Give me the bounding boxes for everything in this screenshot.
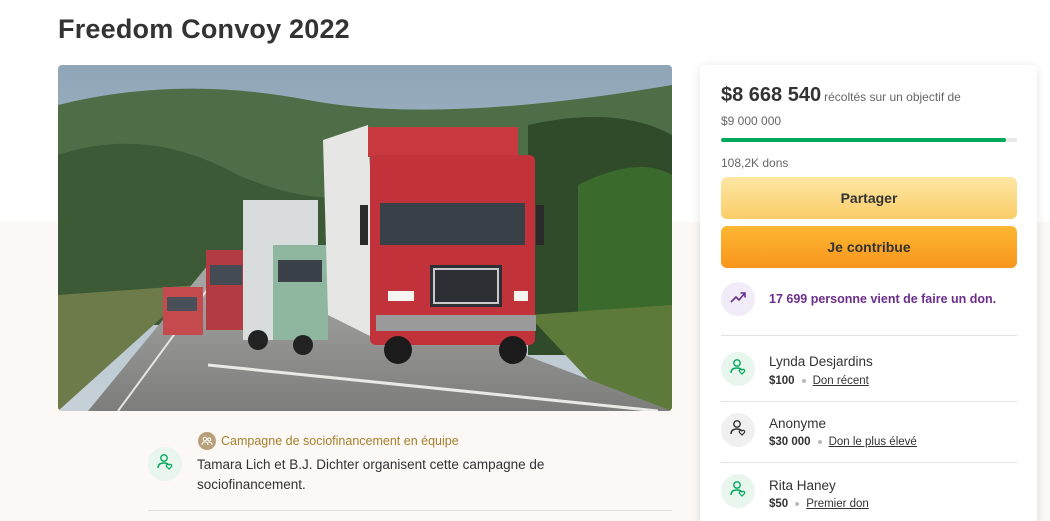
- raised-amount: $8 668 540: [721, 84, 822, 106]
- team-campaign-text: Campagne de sociofinancement en équipe: [221, 434, 459, 448]
- dot-separator: [817, 440, 822, 444]
- share-button[interactable]: Partager: [721, 177, 1017, 219]
- goal-amount: $9 000 000: [721, 114, 782, 128]
- separator: [721, 401, 1017, 402]
- donor-meta: $50 Premier don: [769, 498, 869, 510]
- raised-summary: $8 668 540 récoltés sur un objectif de: [721, 84, 1021, 106]
- user-heart-icon: [729, 419, 747, 442]
- donor-meta: $30 000 Don le plus élevé: [769, 436, 917, 448]
- separator: [721, 462, 1017, 463]
- campaign-hero-image[interactable]: [58, 65, 672, 411]
- donor-tag-link[interactable]: Don récent: [813, 375, 869, 387]
- progress-bar: [721, 138, 1017, 142]
- donor-tag-link[interactable]: Don le plus élevé: [829, 436, 917, 448]
- donor-name: Rita Haney: [769, 478, 836, 493]
- organizer-avatar: [148, 447, 182, 481]
- donation-count: 108,2K dons: [721, 156, 789, 170]
- donor-amount: $100: [769, 375, 795, 387]
- dot-separator: [801, 379, 806, 383]
- organizer-description: Tamara Lich et B.J. Dichter organisent c…: [197, 457, 545, 492]
- raised-label: récoltés sur un objectif de: [824, 90, 961, 104]
- donor-tag-link[interactable]: Premier don: [806, 498, 869, 510]
- divider: [148, 510, 672, 511]
- donate-button[interactable]: Je contribue: [721, 226, 1017, 268]
- trending-badge: [721, 282, 755, 316]
- donation-panel: $8 668 540 récoltés sur un objectif de $9…: [700, 65, 1037, 521]
- donor-avatar: [721, 474, 755, 508]
- dot-separator: [795, 502, 800, 506]
- donor-avatar: [721, 413, 755, 447]
- team-campaign-label: Campagne de sociofinancement en équipe: [198, 432, 459, 450]
- people-icon: [198, 432, 216, 450]
- trending-text: 17 699 personne vient de faire un don.: [769, 292, 997, 306]
- user-heart-icon: [729, 358, 747, 381]
- donor-name: Anonyme: [769, 416, 827, 431]
- separator: [721, 335, 1017, 336]
- user-heart-icon: [156, 453, 174, 476]
- user-heart-icon: [729, 480, 747, 503]
- donor-name: Lynda Desjardins: [769, 354, 873, 369]
- donor-amount: $50: [769, 498, 789, 510]
- donor-avatar: [721, 352, 755, 386]
- donor-meta: $100 Don récent: [769, 375, 869, 387]
- progress-fill: [721, 138, 1007, 142]
- donor-amount: $30 000: [769, 436, 811, 448]
- page-title: Freedom Convoy 2022: [58, 14, 350, 44]
- trending-up-icon: [729, 288, 747, 311]
